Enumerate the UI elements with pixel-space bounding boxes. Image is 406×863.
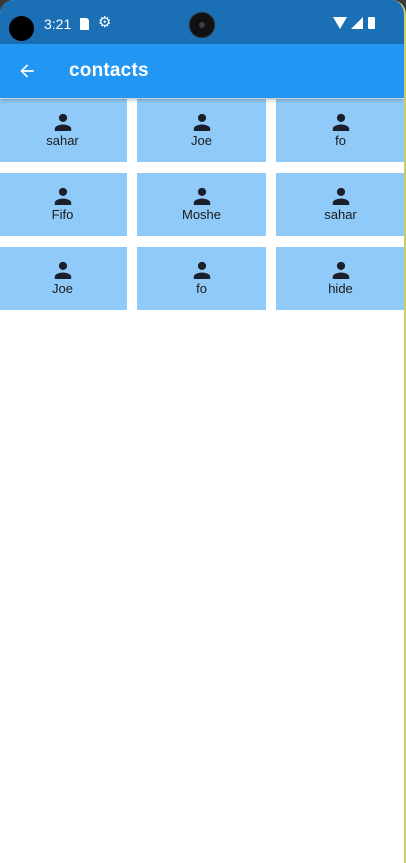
signal-icon [351, 17, 363, 29]
person-icon [193, 261, 210, 279]
contact-name: hide [328, 281, 353, 296]
person-icon [54, 113, 71, 131]
contact-tile[interactable]: Moshe [137, 173, 266, 236]
front-camera [189, 12, 215, 38]
contact-name: Fifo [51, 207, 74, 222]
contact-name: fo [335, 133, 346, 148]
notification-dot [9, 16, 34, 41]
wifi-icon [333, 17, 347, 29]
contact-tile[interactable]: fo [137, 247, 266, 310]
contact-name: Joe [191, 133, 212, 148]
contact-name: fo [196, 281, 207, 296]
battery-icon [368, 17, 375, 29]
person-icon [54, 187, 71, 205]
contact-tile[interactable]: sahar [276, 173, 404, 236]
status-time: 3:21 [44, 16, 72, 32]
sd-card-icon [80, 18, 89, 30]
contact-name: sahar [324, 207, 357, 222]
contact-tile[interactable]: Fifo [0, 173, 127, 236]
contact-tile[interactable]: sahar [0, 99, 127, 162]
back-button[interactable] [8, 52, 46, 90]
person-icon [332, 261, 349, 279]
app-bar: contacts [0, 44, 404, 98]
contact-tile[interactable]: Joe [0, 247, 127, 310]
person-icon [193, 187, 210, 205]
person-icon [332, 113, 349, 131]
contact-tile[interactable]: hide [276, 247, 404, 310]
status-bar: 3:21 ⚙ [0, 0, 404, 44]
contact-tile[interactable]: fo [276, 99, 404, 162]
arrow-back-icon [20, 64, 34, 78]
person-icon [54, 261, 71, 279]
person-icon [332, 187, 349, 205]
contact-name: Moshe [181, 207, 222, 222]
contact-name: Joe [52, 281, 73, 296]
page-title: contacts [69, 60, 149, 81]
person-icon [193, 113, 210, 131]
settings-icon: ⚙ [98, 14, 112, 31]
contacts-grid: sahar Joe fo Fifo Moshe sahar Joe fo hid… [0, 99, 404, 310]
contact-tile[interactable]: Joe [137, 99, 266, 162]
phone-screen: 3:21 ⚙ contacts sahar Joe fo Fifo Moshe … [0, 0, 406, 863]
contact-name: sahar [46, 133, 79, 148]
